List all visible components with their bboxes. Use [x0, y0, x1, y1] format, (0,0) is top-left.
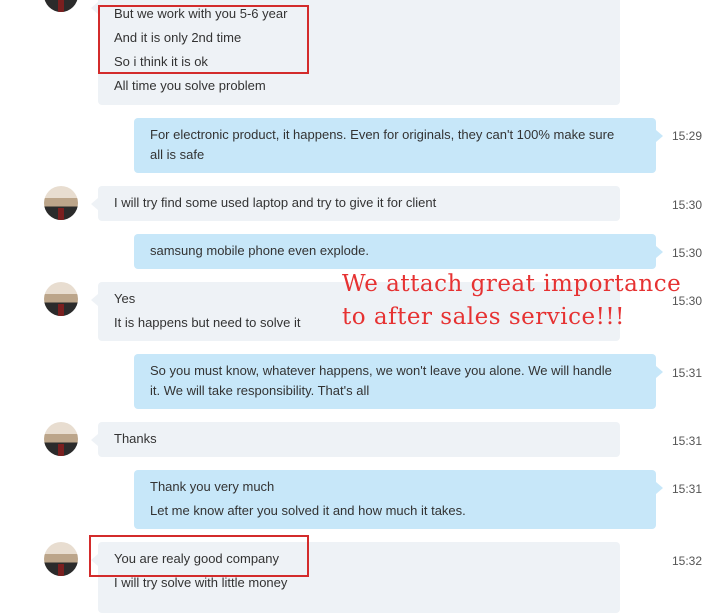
message-text: All time you solve problem — [114, 78, 266, 93]
annotation-line: to after sales service!!! — [342, 304, 625, 330]
message-timestamp: 15:30 — [672, 246, 703, 260]
message-bubble-me: For electronic product, it happens. Even… — [134, 118, 663, 173]
message-text: all is safe — [150, 147, 205, 162]
highlight-box — [89, 535, 309, 577]
message-text: So you must know, whatever happens, we w… — [150, 363, 612, 378]
message-text: I will try find some used laptop and try… — [114, 195, 437, 210]
message-timestamp: 15:29 — [672, 129, 703, 143]
message-bubble-client: I will try find some used laptop and try… — [91, 186, 620, 221]
client-avatar[interactable] — [44, 282, 78, 316]
message-text: Thank you very much — [150, 479, 275, 494]
message-text: For electronic product, it happens. Even… — [150, 127, 615, 142]
message-timestamp: 15:31 — [672, 366, 703, 380]
message-timestamp: 15:31 — [672, 482, 703, 496]
highlight-box — [98, 5, 309, 74]
client-avatar[interactable] — [44, 186, 78, 220]
message-text: Thanks — [114, 431, 157, 446]
message-bubble-me: samsung mobile phone even explode. — [134, 234, 663, 269]
message-bubble-me: Thank you very much Let me know after yo… — [134, 470, 663, 529]
message-bubble-client: Thanks — [91, 422, 620, 457]
message-timestamp: 15:31 — [672, 434, 703, 448]
client-avatar[interactable] — [44, 0, 78, 12]
message-timestamp: 15:32 — [672, 554, 703, 568]
message-text: it. We will take responsibility. That's … — [150, 383, 370, 398]
annotation-line: We attach great importance — [342, 271, 682, 297]
message-timestamp: 15:30 — [672, 198, 703, 212]
message-text: samsung mobile phone even explode. — [150, 243, 369, 258]
annotation-overlay: We attach great importance to after sale… — [342, 268, 681, 334]
message-text: Let me know after you solved it and how … — [150, 503, 466, 518]
client-avatar[interactable] — [44, 422, 78, 456]
client-avatar[interactable] — [44, 542, 78, 576]
message-bubble-me: So you must know, whatever happens, we w… — [134, 354, 663, 409]
